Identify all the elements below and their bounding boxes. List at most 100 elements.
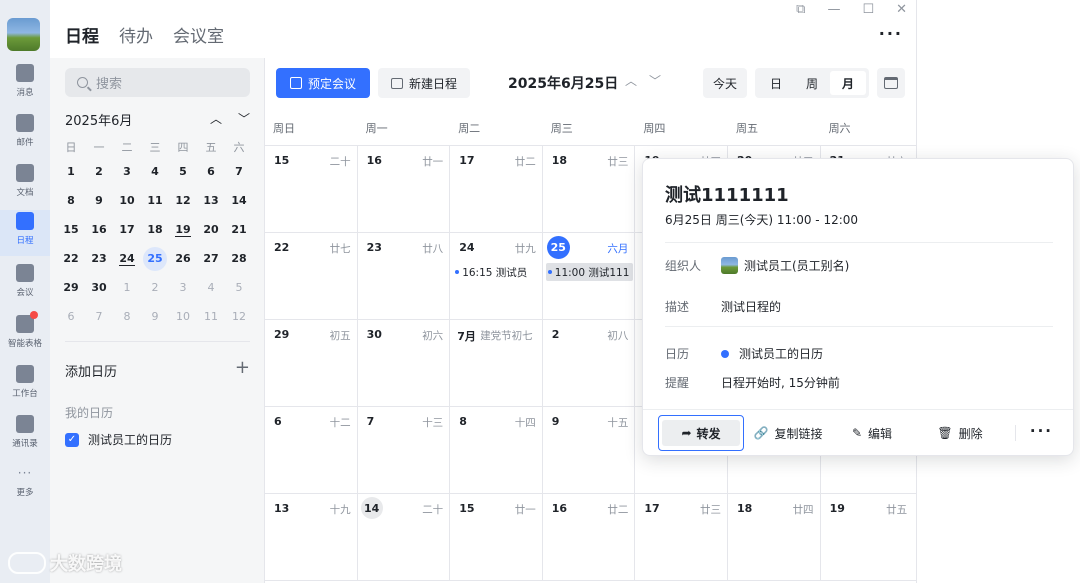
copy-link-button[interactable]: 🔗 复制链接 [751, 415, 825, 451]
mini-day[interactable]: 10 [169, 302, 197, 331]
mini-day[interactable]: 8 [57, 186, 85, 215]
close-icon[interactable]: ✕ [896, 2, 907, 17]
checkbox-checked-icon[interactable]: ✓ [65, 432, 79, 447]
today-button[interactable]: 今天 [703, 68, 747, 98]
mini-day[interactable]: 17 [113, 215, 141, 244]
more-icon[interactable]: ··· [1030, 422, 1053, 440]
chevron-up-icon[interactable]: ︿ [625, 72, 637, 89]
day-cell[interactable]: 18 廿三 [543, 146, 636, 232]
sidebar-toggle-button[interactable] [877, 68, 905, 98]
chevron-down-icon[interactable]: ﹀ [238, 110, 250, 129]
mini-day[interactable]: 16 [85, 215, 113, 244]
day-cell[interactable]: 7 十三 [358, 407, 451, 493]
add-calendar-row[interactable]: 添加日历 + [65, 359, 250, 381]
mini-day[interactable]: 12 [169, 186, 197, 215]
forward-button[interactable]: ➦ 转发 [658, 415, 744, 451]
mini-day[interactable]: 6 [197, 157, 225, 186]
tab-schedule[interactable]: 日程 [65, 22, 99, 47]
mini-day[interactable]: 1 [57, 157, 85, 186]
mini-day[interactable]: 21 [225, 215, 253, 244]
rail-item-smart-sheet[interactable]: 智能表格 [0, 311, 50, 359]
mini-day[interactable]: 28 [225, 244, 253, 273]
day-cell[interactable]: 16 廿二 [543, 494, 636, 580]
day-cell[interactable]: 22 廿七 [265, 233, 358, 319]
day-cell[interactable]: 7月 建党节初七 [450, 320, 543, 406]
mini-day[interactable]: 10 [113, 186, 141, 215]
mini-day[interactable]: 22 [57, 244, 85, 273]
chevron-down-icon[interactable]: ﹀ [649, 72, 661, 89]
day-cell[interactable]: 24 廿九 16:15 测试员 [450, 233, 543, 319]
mini-day[interactable]: 9 [85, 186, 113, 215]
mini-day[interactable]: 15 [57, 215, 85, 244]
top-more-icon[interactable]: ··· [879, 24, 903, 43]
view-day[interactable]: 日 [758, 71, 794, 95]
mini-day[interactable]: 13 [197, 186, 225, 215]
rail-item-calendar[interactable]: 日程 [0, 210, 50, 256]
mini-day[interactable]: 20 [197, 215, 225, 244]
my-calendar-item[interactable]: ✓ 测试员工的日历 [65, 431, 172, 448]
mini-day[interactable]: 11 [197, 302, 225, 331]
book-meeting-button[interactable]: 预定会议 [276, 68, 370, 98]
day-cell[interactable]: 30 初六 [358, 320, 451, 406]
rail-item-workbench[interactable]: 工作台 [0, 363, 50, 409]
plus-icon[interactable]: + [235, 359, 250, 380]
minimize-icon[interactable]: — [827, 2, 840, 17]
event-chip[interactable]: 16:15 测试员 [453, 263, 531, 281]
mini-day[interactable]: 14 [225, 186, 253, 215]
day-cell[interactable]: 19 廿五 [821, 494, 914, 580]
mini-day[interactable]: 1 [113, 273, 141, 302]
mini-day[interactable]: 9 [141, 302, 169, 331]
mini-day[interactable]: 23 [85, 244, 113, 273]
mini-day[interactable]: 2 [85, 157, 113, 186]
day-cell[interactable]: 9 十五 [543, 407, 636, 493]
rail-item-more[interactable]: ··· 更多 [0, 464, 50, 510]
day-cell[interactable]: 2 初八 [543, 320, 636, 406]
rail-item-contacts[interactable]: 通讯录 [0, 413, 50, 459]
tab-meeting-room[interactable]: 会议室 [173, 22, 224, 47]
day-cell[interactable]: 17 廿二 [450, 146, 543, 232]
day-cell[interactable]: 14 二十 [358, 494, 451, 580]
view-month[interactable]: 月 [830, 71, 866, 95]
tab-todo[interactable]: 待办 [119, 22, 153, 47]
search-input[interactable]: 搜索 [65, 68, 250, 97]
user-avatar[interactable] [7, 18, 40, 51]
mini-day[interactable]: 3 [169, 273, 197, 302]
chevron-up-icon[interactable]: ︿ [210, 110, 222, 129]
day-cell[interactable]: 25 六月 11:00 测试111 [543, 233, 636, 319]
mini-day[interactable]: 27 [197, 244, 225, 273]
mini-day[interactable]: 25 [141, 244, 169, 273]
day-cell[interactable]: 6 十二 [265, 407, 358, 493]
day-cell[interactable]: 16 廿一 [358, 146, 451, 232]
new-event-button[interactable]: 新建日程 [378, 68, 470, 98]
organizer-name[interactable]: 测试员工(员工别名) [744, 257, 849, 274]
maximize-icon[interactable]: ☐ [862, 2, 874, 17]
day-cell[interactable]: 17 廿三 [635, 494, 728, 580]
day-cell[interactable]: 18 廿四 [728, 494, 821, 580]
mini-day[interactable]: 4 [197, 273, 225, 302]
edit-button[interactable]: ✎ 编辑 [847, 415, 897, 451]
rail-item-meeting[interactable]: 会议 [0, 262, 50, 308]
mini-day[interactable]: 5 [169, 157, 197, 186]
mini-day[interactable]: 26 [169, 244, 197, 273]
organizer-avatar[interactable] [721, 257, 738, 274]
mini-day[interactable]: 6 [57, 302, 85, 331]
mini-day[interactable]: 19 [169, 215, 197, 244]
mini-day[interactable]: 8 [113, 302, 141, 331]
day-cell[interactable]: 15 廿一 [450, 494, 543, 580]
view-week[interactable]: 周 [794, 71, 830, 95]
mini-day[interactable]: 24 [113, 244, 141, 273]
day-cell[interactable]: 8 十四 [450, 407, 543, 493]
day-cell[interactable]: 29 初五 [265, 320, 358, 406]
day-cell[interactable]: 23 廿八 [358, 233, 451, 319]
popout-icon[interactable]: ⧉ [796, 2, 805, 17]
day-cell[interactable]: 13 十九 [265, 494, 358, 580]
mini-day[interactable]: 4 [141, 157, 169, 186]
mini-day[interactable]: 30 [85, 273, 113, 302]
day-cell[interactable]: 15 二十 [265, 146, 358, 232]
rail-item-mail[interactable]: 邮件 [0, 112, 50, 158]
mini-day[interactable]: 7 [225, 157, 253, 186]
mini-day[interactable]: 5 [225, 273, 253, 302]
rail-item-docs[interactable]: 文档 [0, 162, 50, 208]
mini-day[interactable]: 12 [225, 302, 253, 331]
event-chip-selected[interactable]: 11:00 测试111 [545, 263, 634, 281]
